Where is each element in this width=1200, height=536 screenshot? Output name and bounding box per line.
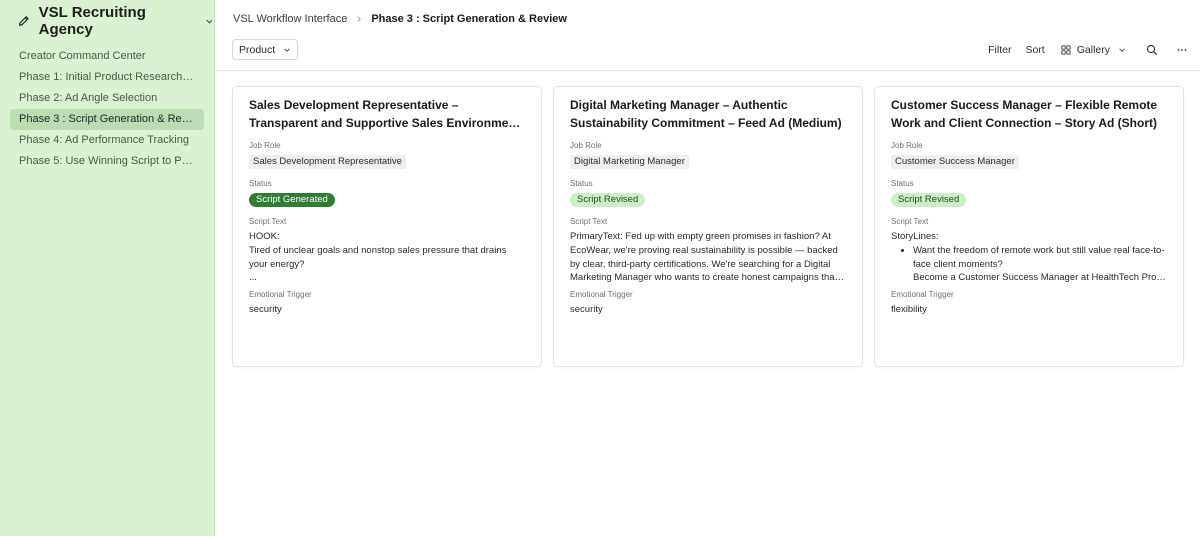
emotional-trigger-value: security <box>570 304 603 315</box>
filter-button[interactable]: Filter <box>988 44 1011 56</box>
job-role-label: Job Role <box>570 141 602 150</box>
script-text-label: Script Text <box>570 217 608 226</box>
page-title: Phase 3 : Script Generation & Review <box>371 13 567 25</box>
sidebar: VSL Recruiting Agency Creator Command Ce… <box>0 0 215 536</box>
gallery-card[interactable]: Digital Marketing Manager – Authentic Su… <box>553 86 863 367</box>
gallery-icon <box>1061 44 1071 55</box>
card-title: Customer Success Manager – Flexible Remo… <box>891 98 1158 130</box>
script-text-label: Script Text <box>891 217 929 226</box>
sidebar-item-phase-5[interactable]: Phase 5: Use Winning Script to Products <box>10 151 204 172</box>
script-paragraph: PrimaryText: Fed up with empty green pro… <box>570 231 838 284</box>
product-property-button[interactable]: Product <box>232 39 299 60</box>
job-role-label: Job Role <box>249 141 281 150</box>
emotional-trigger-label: Emotional Trigger <box>891 290 954 299</box>
gallery-card[interactable]: Sales Development Representative – Trans… <box>232 86 542 367</box>
view-switcher[interactable]: Gallery <box>1061 44 1126 56</box>
job-role-label: Job Role <box>891 141 923 150</box>
chevron-down-icon <box>206 19 213 24</box>
view-label: Gallery <box>1076 43 1110 56</box>
script-line: ... <box>249 272 257 284</box>
script-text: StoryLines: Want the freedom of remote w… <box>891 230 1167 285</box>
product-property-label: Product <box>239 43 276 56</box>
sort-button[interactable]: Sort <box>1025 44 1044 56</box>
status-badge: Script Generated <box>249 193 335 207</box>
pencil-icon <box>18 16 29 26</box>
chevron-right-icon <box>357 16 362 22</box>
main-content: VSL Workflow Interface Phase 3 : Script … <box>216 0 1200 536</box>
script-line: HOOK: <box>249 231 280 242</box>
search-icon[interactable] <box>1146 44 1158 56</box>
emotional-trigger-value: security <box>249 304 282 315</box>
toolbar-actions: Filter Sort Gallery <box>974 39 1188 60</box>
card-title: Digital Marketing Manager – Authentic Su… <box>570 98 842 130</box>
emotional-trigger-value: flexibility <box>891 304 927 315</box>
breadcrumb: VSL Workflow Interface Phase 3 : Script … <box>233 12 567 26</box>
job-role-tag: Digital Marketing Manager <box>570 155 689 169</box>
script-bullet: Want the freedom of remote work but stil… <box>913 244 1167 272</box>
script-text: PrimaryText: Fed up with empty green pro… <box>570 230 846 285</box>
status-label: Status <box>891 179 914 188</box>
gallery-card[interactable]: Customer Success Manager – Flexible Remo… <box>874 86 1184 367</box>
script-bullet: Become a Customer Success Manager at Hea… <box>913 271 1167 285</box>
status-badge: Script Revised <box>570 193 646 207</box>
emotional-trigger-label: Emotional Trigger <box>570 290 633 299</box>
job-role-tag: Sales Development Representative <box>249 155 406 169</box>
sidebar-item-phase-4[interactable]: Phase 4: Ad Performance Tracking <box>10 130 204 151</box>
sidebar-item-phase-2[interactable]: Phase 2: Ad Angle Selection <box>10 88 204 109</box>
breadcrumb-root[interactable]: VSL Workflow Interface <box>233 13 347 25</box>
card-title: Sales Development Representative – Trans… <box>249 98 520 130</box>
sidebar-item-creator-command-center[interactable]: Creator Command Center <box>10 46 204 67</box>
status-label: Status <box>570 179 593 188</box>
sidebar-nav: Creator Command Center Phase 1: Initial … <box>0 46 214 172</box>
script-text-label: Script Text <box>249 217 287 226</box>
script-heading: StoryLines: <box>891 231 939 242</box>
status-label: Status <box>249 179 272 188</box>
workspace-name: VSL Recruiting Agency <box>38 4 146 38</box>
status-badge: Script Revised <box>891 193 967 207</box>
chevron-down-icon <box>284 47 290 52</box>
toolbar: Product Filter Sort Gallery <box>232 39 1188 60</box>
script-line: Tired of unclear goals and nonstop sales… <box>249 244 507 270</box>
chevron-down-icon <box>1119 47 1125 52</box>
sidebar-item-phase-3[interactable]: Phase 3 : Script Generation & Review <box>10 109 204 130</box>
more-options-icon[interactable] <box>1176 44 1188 56</box>
script-text: HOOK: Tired of unclear goals and nonstop… <box>249 230 525 285</box>
workspace-switcher[interactable]: VSL Recruiting Agency <box>0 0 214 42</box>
script-bullet-list: Want the freedom of remote work but stil… <box>891 244 1167 285</box>
toolbar-divider <box>216 70 1200 71</box>
sidebar-item-phase-1[interactable]: Phase 1: Initial Product Research & Angl… <box>10 67 204 88</box>
job-role-tag: Customer Success Manager <box>891 155 1019 169</box>
gallery: Sales Development Representative – Trans… <box>232 86 1195 367</box>
emotional-trigger-label: Emotional Trigger <box>249 290 312 299</box>
